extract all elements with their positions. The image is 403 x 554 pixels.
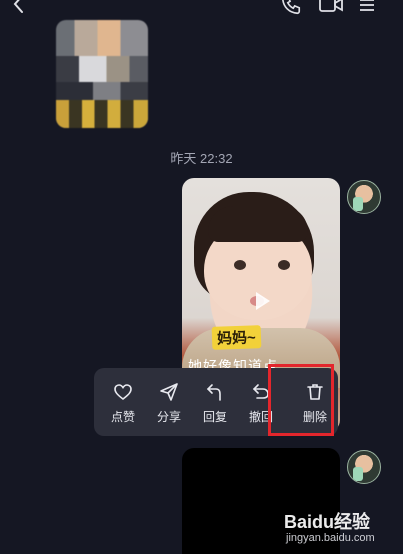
play-icon[interactable] bbox=[246, 286, 276, 316]
like-label: 点赞 bbox=[110, 410, 135, 424]
avatar-detail bbox=[353, 197, 363, 211]
blur-band bbox=[56, 100, 148, 128]
video-icon[interactable] bbox=[318, 0, 344, 16]
reply-button[interactable]: 回复 bbox=[192, 368, 238, 436]
message-timestamp: 昨天 22:32 bbox=[170, 151, 233, 166]
delete-highlight-box bbox=[268, 364, 334, 436]
video-thumbnail-bangs bbox=[208, 206, 308, 242]
video-thumbnail-eye bbox=[234, 260, 246, 270]
avatar[interactable] bbox=[347, 450, 381, 484]
share-icon bbox=[160, 383, 178, 401]
heart-icon bbox=[114, 384, 132, 401]
watermark-url: jingyan.baidu.com bbox=[286, 532, 375, 544]
share-button[interactable]: 分享 bbox=[146, 368, 192, 436]
reply-icon bbox=[206, 384, 221, 401]
video-thumbnail-eye bbox=[278, 260, 290, 270]
blur-band bbox=[56, 82, 148, 100]
avatar-detail bbox=[353, 467, 363, 481]
reply-label: 回复 bbox=[202, 410, 227, 424]
blurred-image[interactable] bbox=[56, 20, 148, 128]
top-bar bbox=[0, 0, 403, 22]
like-button[interactable]: 点赞 bbox=[100, 368, 146, 436]
blur-band bbox=[56, 56, 148, 82]
share-label: 分享 bbox=[156, 410, 181, 424]
watermark-logo: Baidu经验 bbox=[284, 512, 371, 532]
avatar[interactable] bbox=[347, 180, 381, 214]
more-icon[interactable] bbox=[356, 0, 378, 16]
phone-icon[interactable] bbox=[280, 0, 302, 16]
back-icon[interactable] bbox=[10, 0, 28, 16]
video-caption: 妈妈~ bbox=[211, 325, 262, 350]
